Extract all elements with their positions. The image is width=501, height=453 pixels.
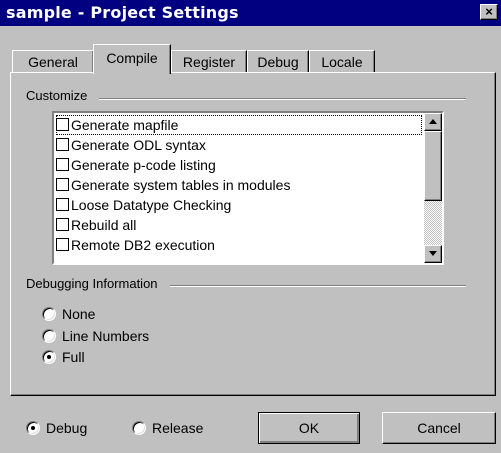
checkbox[interactable]	[56, 218, 69, 231]
arrow-up-icon	[429, 119, 437, 124]
list-item-label: Generate p-code listing	[71, 157, 216, 173]
radio-circle	[132, 421, 146, 435]
radio-label: None	[62, 306, 96, 322]
tab-label: Debug	[257, 54, 299, 70]
list-scrollbar[interactable]	[424, 113, 442, 263]
ok-button[interactable]: OK	[258, 412, 360, 444]
radio-circle	[42, 307, 56, 321]
scroll-thumb[interactable]	[424, 131, 442, 201]
close-icon[interactable]: ×	[480, 4, 498, 20]
tab-register[interactable]: Register	[171, 50, 247, 72]
title-bar[interactable]: sample - Project Settings ×	[0, 0, 501, 26]
checkbox[interactable]	[56, 238, 69, 251]
radio-circle	[26, 421, 40, 435]
list-item-generate-mapfile[interactable]: Generate mapfile	[56, 115, 422, 135]
radio-label: Line Numbers	[62, 328, 150, 344]
tab-label: Register	[182, 54, 236, 70]
list-item-generate-p-code-listing[interactable]: Generate p-code listing	[56, 155, 422, 175]
window-title: sample - Project Settings	[6, 3, 239, 22]
customize-options-list[interactable]: Generate mapfile Generate ODL syntax Gen…	[52, 111, 444, 265]
project-settings-dialog: sample - Project Settings × General Comp…	[0, 0, 501, 453]
list-item-label: Generate system tables in modules	[71, 177, 291, 193]
list-item-generate-odl-syntax[interactable]: Generate ODL syntax	[56, 135, 422, 155]
list-item-rebuild-all[interactable]: Rebuild all	[56, 215, 422, 235]
arrow-down-icon	[429, 251, 437, 256]
checkbox[interactable]	[56, 178, 69, 191]
checkbox[interactable]	[56, 118, 69, 131]
tab-debug[interactable]: Debug	[247, 50, 309, 72]
tab-compile[interactable]: Compile	[93, 44, 171, 74]
checkbox[interactable]	[56, 198, 69, 211]
list-item-label: Generate ODL syntax	[71, 137, 206, 153]
radio-label: Full	[62, 349, 85, 365]
radio-label: Debug	[46, 420, 88, 436]
tab-label: Locale	[321, 54, 363, 70]
cancel-button[interactable]: Cancel	[382, 412, 496, 444]
list-item-label: Generate mapfile	[71, 117, 179, 133]
list-item-label: Loose Datatype Checking	[71, 197, 232, 213]
tab-locale[interactable]: Locale	[309, 50, 375, 72]
list-item-label: Rebuild all	[71, 217, 137, 233]
list-item-loose-datatype-checking[interactable]: Loose Datatype Checking	[56, 195, 422, 215]
radio-selected-dot	[47, 355, 51, 359]
scroll-up-button[interactable]	[424, 113, 442, 131]
scroll-down-button[interactable]	[424, 245, 442, 263]
radio-circle	[42, 329, 56, 343]
debugging-group-label: Debugging Information	[26, 276, 170, 291]
customize-group-label: Customize	[26, 88, 100, 103]
tab-general[interactable]: General	[12, 50, 94, 72]
checkbox[interactable]	[56, 138, 69, 151]
radio-label: Release	[152, 420, 204, 436]
list-item-label: Remote DB2 execution	[71, 237, 215, 253]
radio-circle	[42, 350, 56, 364]
checkbox[interactable]	[56, 158, 69, 171]
tab-label: Compile	[106, 50, 158, 66]
radio-selected-dot	[31, 426, 35, 430]
list-item-generate-system-tables[interactable]: Generate system tables in modules	[56, 175, 422, 195]
tab-label: General	[28, 54, 78, 70]
list-item-remote-db2-execution[interactable]: Remote DB2 execution	[56, 235, 422, 255]
customize-list-items: Generate mapfile Generate ODL syntax Gen…	[54, 113, 424, 263]
